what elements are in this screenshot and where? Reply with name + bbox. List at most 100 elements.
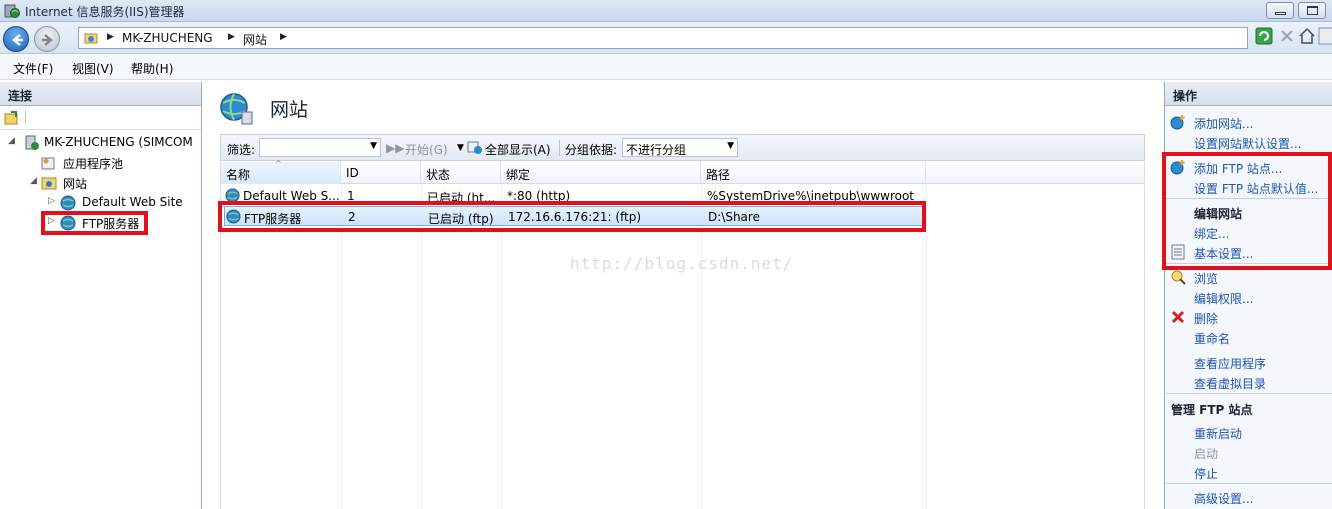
collapse-arrow-icon[interactable]: ◢ — [30, 176, 37, 186]
home-icon[interactable] — [1298, 27, 1316, 45]
ftp-defaults-link[interactable]: 设置 FTP 站点默认值... — [1194, 180, 1318, 197]
menu-view[interactable]: 视图(V) — [72, 60, 114, 77]
basic-settings-link[interactable]: 基本设置... — [1194, 245, 1253, 262]
cell-path: %SystemDrive%\inetpub\wwwroot — [707, 189, 914, 203]
divider — [1166, 393, 1332, 394]
help-icon[interactable] — [1318, 27, 1332, 45]
app-pool-icon — [41, 157, 55, 170]
show-all-button[interactable]: 全部显示(A) — [485, 141, 551, 158]
breadcrumb-server[interactable]: MK-ZHUCHENG — [122, 31, 213, 45]
add-site-icon — [1170, 115, 1185, 130]
address-bar[interactable]: ▶ MK-ZHUCHENG ▶ 网站 ▶ — [78, 27, 1248, 49]
actions-panel: 操作 添加网站... 设置网站默认设置... 添加 FTP 站点... 设置 F… — [1162, 82, 1332, 509]
browse-icon — [1171, 270, 1186, 285]
globe-icon — [60, 195, 76, 211]
group-by-select[interactable]: 不进行分组 ▼ — [622, 138, 738, 157]
window-title: Internet 信息服务(IIS)管理器 — [25, 5, 185, 19]
back-arrow-icon — [12, 34, 23, 46]
dropdown-arrow-icon: ▼ — [727, 141, 734, 151]
edit-permissions-link[interactable]: 编辑权限... — [1194, 290, 1253, 307]
folder-globe-icon — [84, 33, 98, 44]
cell-status: 已启动 (ht... — [427, 191, 496, 205]
filter-input[interactable]: ▼ — [259, 138, 381, 157]
column-label: 路径 — [706, 168, 731, 182]
filter-toolbar: 筛选: ▼ ▶▶ 开始(G) ▼ 全部显示(A) 分组依据: 不进行分组 ▼ — [220, 134, 1145, 161]
toolbar-divider — [559, 140, 560, 156]
site-defaults-link[interactable]: 设置网站默认设置... — [1194, 135, 1301, 152]
cell-binding: *:80 (http) — [507, 189, 571, 203]
advanced-settings-link[interactable]: 高级设置... — [1194, 490, 1253, 507]
group-by-label: 分组依据: — [565, 143, 618, 157]
bindings-link[interactable]: 绑定... — [1194, 225, 1229, 242]
start-link[interactable]: 启动 — [1194, 445, 1218, 462]
tree-item-server[interactable]: ◢ MK-ZHUCHENG (SIMCOM — [8, 134, 202, 152]
stop-link[interactable]: 停止 — [1194, 465, 1218, 482]
delete-link[interactable]: 删除 — [1194, 310, 1218, 327]
navigation-bar: ▶ MK-ZHUCHENG ▶ 网站 ▶ — [0, 22, 1332, 54]
menu-help[interactable]: 帮助(H) — [131, 60, 173, 77]
column-divider — [701, 184, 702, 509]
column-divider — [926, 184, 927, 509]
group-by-value: 不进行分组 — [626, 143, 687, 157]
maximize-button[interactable] — [1298, 2, 1326, 19]
table-header: 名称 ^ ID 状态 绑定 路径 — [221, 159, 1144, 184]
collapse-arrow-icon[interactable]: ◢ — [8, 136, 15, 146]
column-label: ID — [346, 166, 359, 180]
start-dropdown-icon[interactable]: ▼ — [457, 143, 464, 153]
view-virtual-dirs-link[interactable]: 查看虚拟目录 — [1194, 375, 1266, 392]
menu-file[interactable]: 文件(F) — [13, 60, 53, 77]
actions-header: 操作 — [1165, 82, 1332, 106]
toolbar-divider — [25, 110, 26, 125]
start-button[interactable]: 开始(G) — [405, 141, 448, 158]
edit-site-header: 编辑网站 — [1194, 207, 1243, 221]
browse-link[interactable]: 浏览 — [1194, 270, 1218, 287]
globe-icon — [226, 209, 241, 224]
breadcrumb-arrow-icon: ▶ — [228, 32, 235, 42]
dropdown-arrow-icon: ▼ — [370, 141, 377, 151]
column-header-path[interactable]: 路径 — [701, 162, 926, 184]
cell-name: FTP服务器 — [244, 212, 302, 226]
globe-icon — [60, 215, 76, 231]
forward-button[interactable] — [34, 26, 60, 52]
column-label: 绑定 — [506, 168, 531, 182]
cell-id: 2 — [348, 210, 356, 224]
delete-icon — [1171, 310, 1185, 324]
refresh-icon[interactable] — [1255, 27, 1273, 45]
column-header-status[interactable]: 状态 — [421, 162, 501, 184]
table-row[interactable]: Default Web S... 1 已启动 (ht... *:80 (http… — [221, 186, 1144, 206]
show-all-icon — [467, 141, 482, 154]
view-applications-link[interactable]: 查看应用程序 — [1194, 355, 1266, 372]
table-row-selected[interactable]: FTP服务器 2 已启动 (ftp) 172.16.6.176:21: (ftp… — [224, 206, 926, 226]
column-divider — [341, 184, 342, 509]
stop-icon[interactable] — [1278, 27, 1296, 45]
cell-name: Default Web S... — [243, 189, 340, 203]
rename-link[interactable]: 重命名 — [1194, 330, 1230, 347]
add-site-link[interactable]: 添加网站... — [1194, 115, 1253, 132]
cell-path: D:\Share — [708, 210, 760, 224]
column-header-name[interactable]: 名称 ^ — [221, 159, 341, 184]
breadcrumb-sites[interactable]: 网站 — [243, 31, 267, 48]
restart-link[interactable]: 重新启动 — [1194, 425, 1242, 442]
expand-arrow-icon[interactable]: ▷ — [48, 196, 55, 206]
globe-icon — [225, 188, 240, 203]
watermark: http://blog.csdn.net/ — [570, 254, 794, 273]
tree-label: MK-ZHUCHENG (SIMCOM — [44, 135, 193, 149]
column-header-id[interactable]: ID — [341, 162, 421, 184]
expand-arrow-icon[interactable]: ▷ — [48, 216, 55, 226]
breadcrumb-arrow-icon: ▶ — [107, 32, 114, 42]
tree-label: FTP服务器 — [82, 217, 140, 231]
settings-sheet-icon — [1171, 244, 1185, 260]
column-header-binding[interactable]: 绑定 — [501, 162, 701, 184]
breadcrumb-arrow-icon: ▶ — [280, 32, 287, 42]
add-ftp-link[interactable]: 添加 FTP 站点... — [1194, 160, 1282, 177]
minimize-button[interactable] — [1266, 2, 1294, 19]
column-divider — [421, 184, 422, 509]
back-button[interactable] — [3, 26, 29, 52]
add-ftp-icon — [1170, 160, 1185, 175]
column-divider — [501, 184, 502, 509]
connect-icon[interactable] — [4, 110, 20, 126]
cell-status: 已启动 (ftp) — [428, 212, 494, 226]
page-title: 网站 — [270, 99, 309, 121]
tree-label: 应用程序池 — [63, 157, 124, 171]
cell-binding: 172.16.6.176:21: (ftp) — [508, 210, 642, 224]
